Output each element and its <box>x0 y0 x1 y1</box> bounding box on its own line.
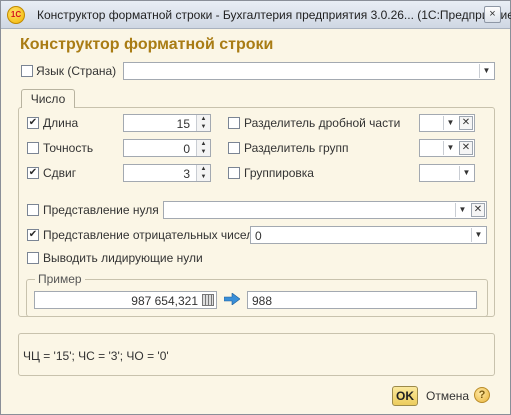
negative-repr-label: Представление отрицательных чисел <box>43 228 254 242</box>
shift-stepper[interactable]: ▲ ▼ <box>196 165 210 181</box>
ok-button[interactable]: OK <box>392 386 418 406</box>
zero-repr-label: Представление нуля <box>43 203 159 217</box>
length-value: 15 <box>176 117 190 131</box>
leading-zeros-label: Выводить лидирующие нули <box>43 251 203 265</box>
app-logo-icon: 1С <box>7 6 25 24</box>
window-title: Конструктор форматной строки - Бухгалтер… <box>37 8 511 22</box>
negative-repr-value: 0 <box>255 229 262 243</box>
shift-value: 3 <box>183 167 190 181</box>
chevron-down-icon[interactable]: ▼ <box>479 64 493 78</box>
example-output[interactable]: 988 <box>247 291 477 309</box>
zero-repr-checkbox[interactable] <box>27 204 39 216</box>
chevron-down-icon[interactable]: ▼ <box>443 141 457 155</box>
arrow-right-icon <box>224 293 240 305</box>
shift-input[interactable]: 3 ▲ ▼ <box>123 164 211 182</box>
chevron-down-icon[interactable]: ▼ <box>443 116 457 130</box>
result-format-string: ЧЦ = '15'; ЧС = '3'; ЧО = '0' <box>23 349 169 363</box>
chevron-down-icon[interactable]: ▼ <box>459 166 473 180</box>
length-label: Длина <box>43 116 79 130</box>
precision-checkbox[interactable] <box>27 142 39 154</box>
language-select[interactable]: ▼ <box>123 62 495 80</box>
length-checkbox[interactable]: ✔ <box>27 117 39 129</box>
grouping-label: Группировка <box>244 166 314 180</box>
calculator-icon[interactable] <box>202 294 214 306</box>
group-separator-select[interactable]: ▼ ✕ <box>419 139 475 157</box>
precision-input[interactable]: 0 ▲ ▼ <box>123 139 211 157</box>
spin-down-icon[interactable]: ▼ <box>197 148 210 156</box>
zero-repr-select[interactable]: ▼ ✕ <box>163 201 487 219</box>
example-input-value: 987 654,321 <box>131 294 198 308</box>
shift-label: Сдвиг <box>43 166 77 180</box>
close-button[interactable]: × <box>484 6 501 23</box>
dialog-window: 1С Конструктор форматной строки - Бухгал… <box>0 0 511 415</box>
group-separator-checkbox[interactable] <box>228 142 240 154</box>
precision-stepper[interactable]: ▲ ▼ <box>196 140 210 156</box>
example-input[interactable]: 987 654,321 <box>34 291 217 309</box>
form-title: Конструктор форматной строки <box>20 36 274 53</box>
spin-down-icon[interactable]: ▼ <box>197 173 210 181</box>
grouping-checkbox[interactable] <box>228 167 240 179</box>
title-bar: 1С Конструктор форматной строки - Бухгал… <box>1 1 511 29</box>
grouping-select[interactable]: ▼ <box>419 164 475 182</box>
cancel-button[interactable]: Отмена <box>426 389 469 403</box>
chevron-down-icon[interactable]: ▼ <box>455 203 469 217</box>
help-icon[interactable]: ? <box>474 387 490 403</box>
language-checkbox[interactable] <box>21 65 33 77</box>
example-group-title: Пример <box>35 272 85 286</box>
precision-value: 0 <box>183 142 190 156</box>
precision-label: Точность <box>43 141 94 155</box>
fraction-separator-select[interactable]: ▼ ✕ <box>419 114 475 132</box>
chevron-down-icon[interactable]: ▼ <box>471 228 485 242</box>
spin-up-icon[interactable]: ▲ <box>197 165 210 173</box>
clear-icon[interactable]: ✕ <box>459 116 473 130</box>
language-label: Язык (Страна) <box>36 64 117 78</box>
fraction-separator-checkbox[interactable] <box>228 117 240 129</box>
spin-down-icon[interactable]: ▼ <box>197 123 210 131</box>
spin-up-icon[interactable]: ▲ <box>197 115 210 123</box>
shift-checkbox[interactable]: ✔ <box>27 167 39 179</box>
clear-icon[interactable]: ✕ <box>459 141 473 155</box>
group-separator-label: Разделитель групп <box>244 141 349 155</box>
spin-up-icon[interactable]: ▲ <box>197 140 210 148</box>
tab-number[interactable]: Число <box>21 89 75 108</box>
negative-repr-checkbox[interactable]: ✔ <box>27 229 39 241</box>
length-input[interactable]: 15 ▲ ▼ <box>123 114 211 132</box>
fraction-separator-label: Разделитель дробной части <box>244 116 401 130</box>
leading-zeros-checkbox[interactable] <box>27 252 39 264</box>
length-stepper[interactable]: ▲ ▼ <box>196 115 210 131</box>
clear-icon[interactable]: ✕ <box>471 203 485 217</box>
negative-repr-select[interactable]: 0 ▼ <box>250 226 487 244</box>
example-output-value: 988 <box>252 294 273 308</box>
